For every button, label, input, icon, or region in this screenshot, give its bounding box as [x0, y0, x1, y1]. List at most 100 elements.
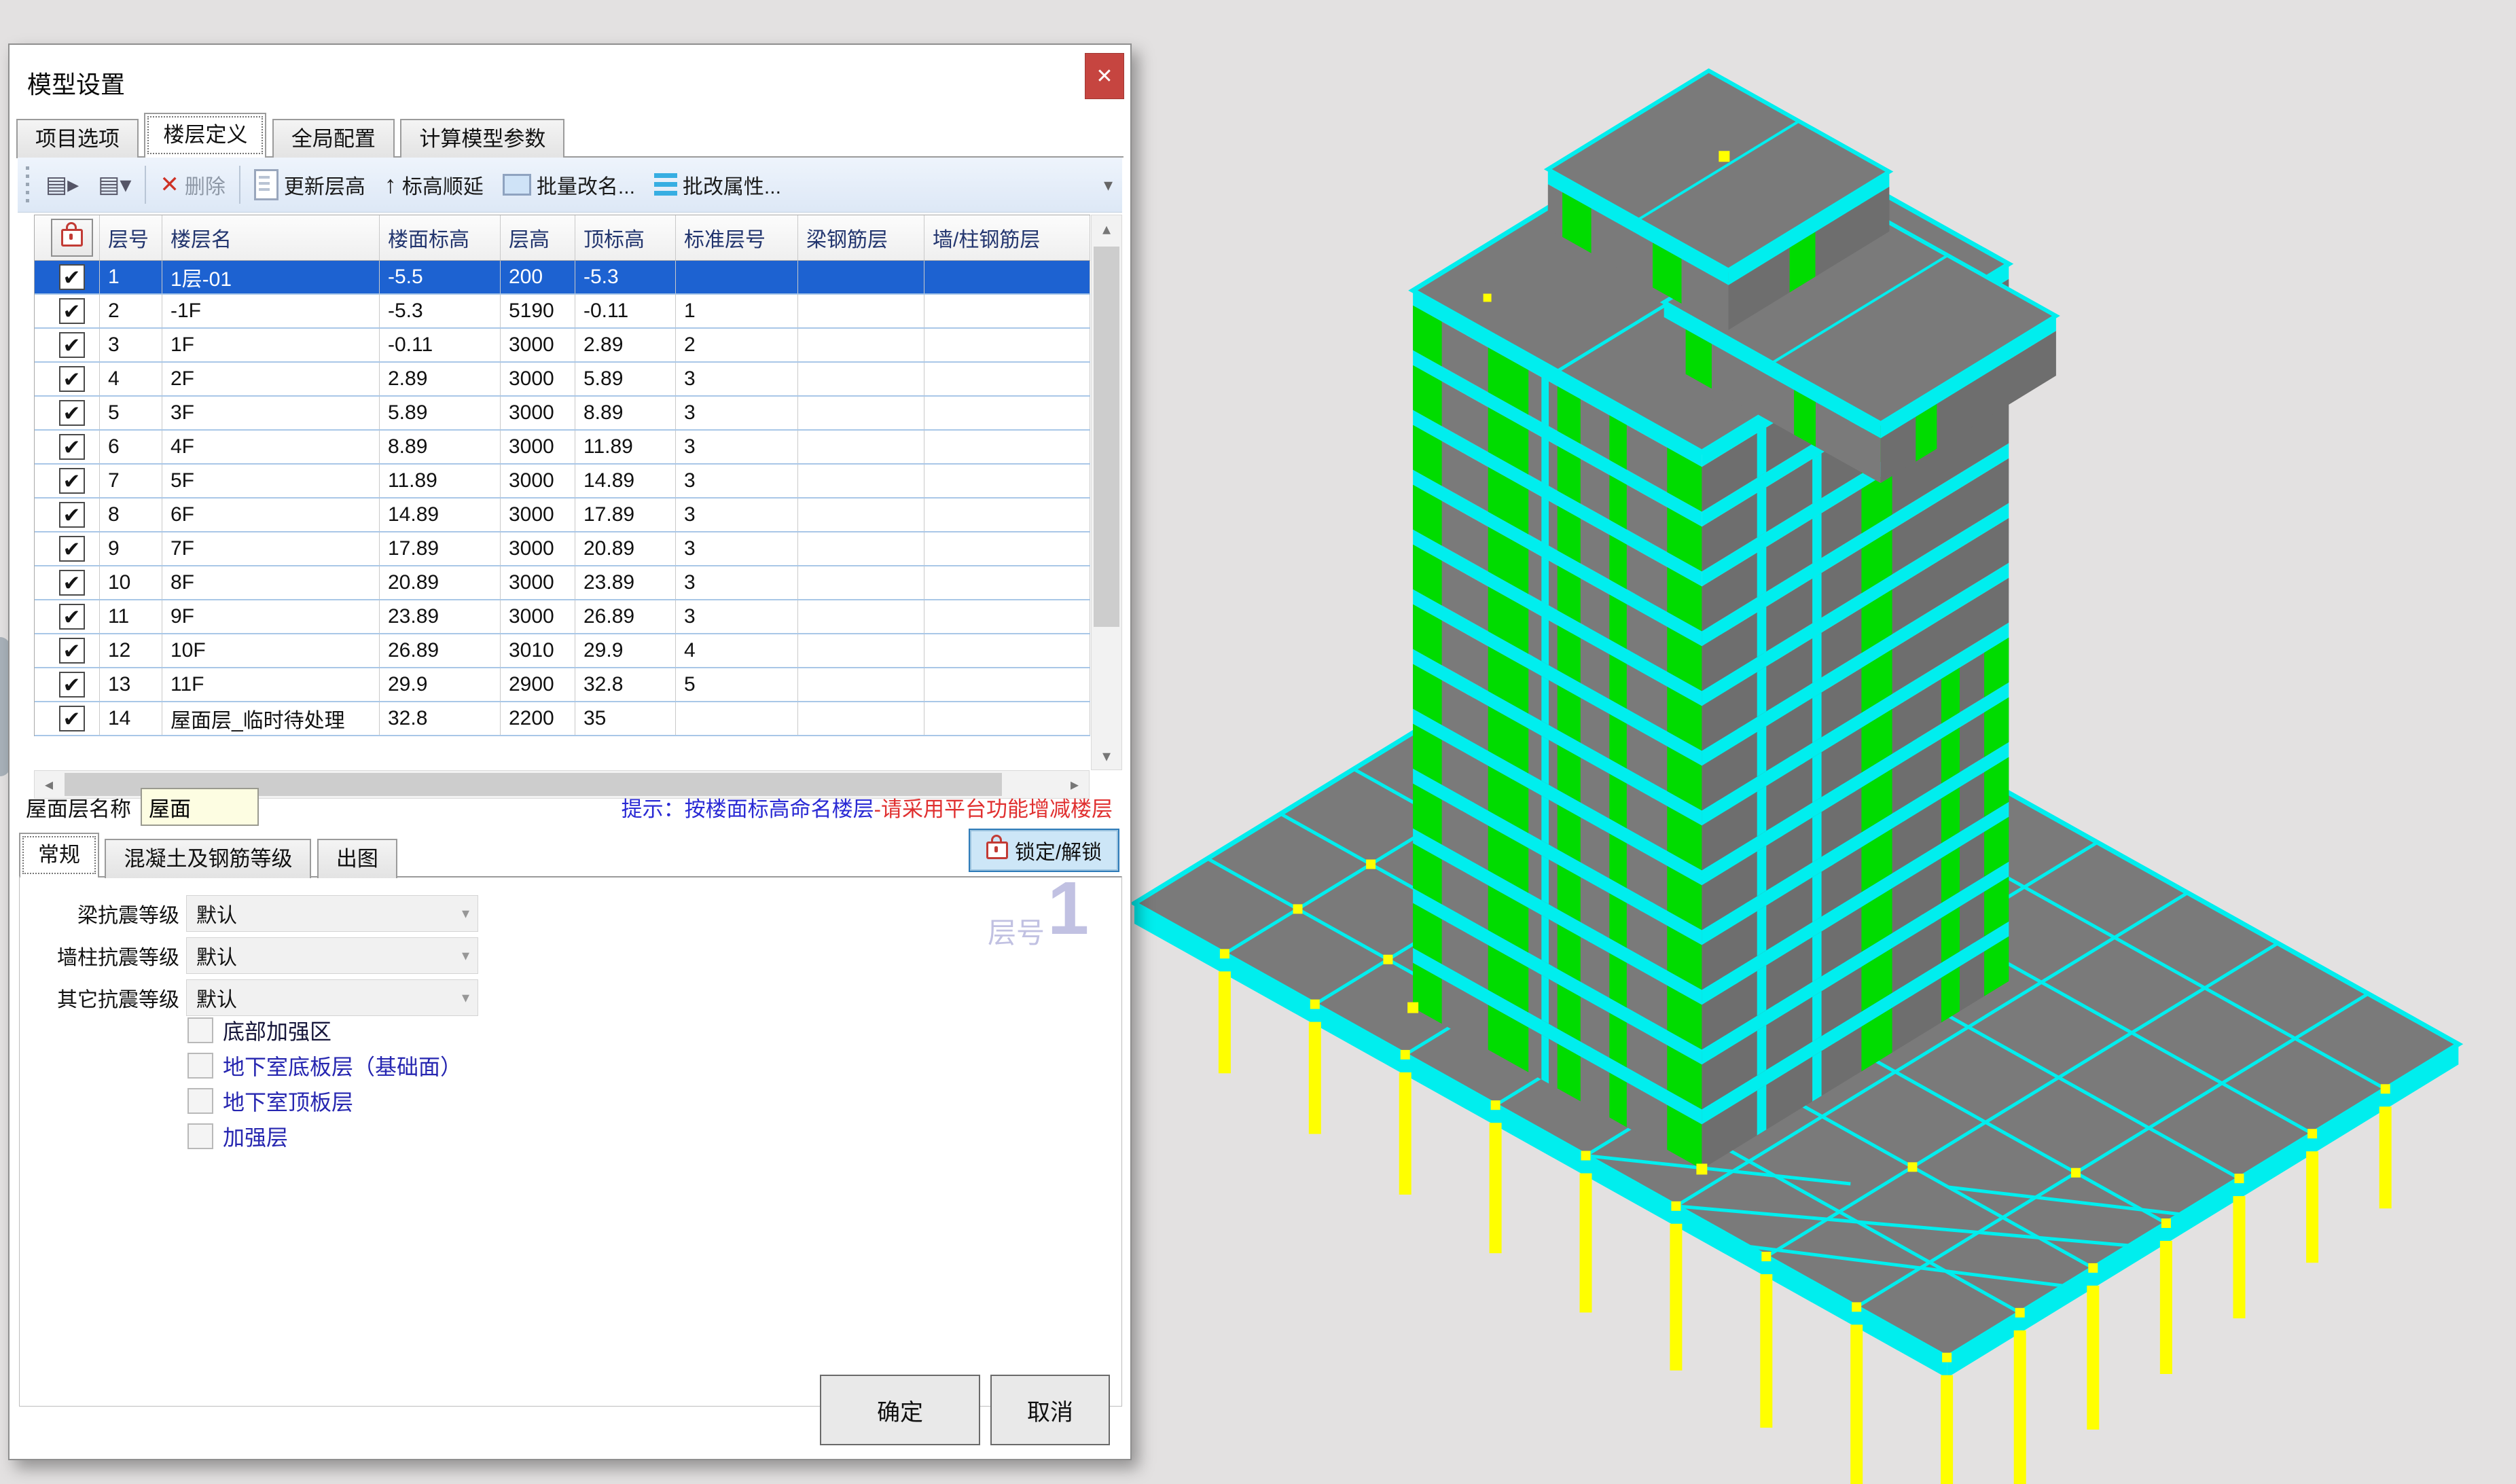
row-check-cell[interactable]: ✔: [35, 634, 100, 667]
cell-elev[interactable]: 2.89: [380, 363, 501, 395]
cell-height[interactable]: 3000: [501, 363, 575, 395]
toolbar-overflow-icon[interactable]: ▾: [1104, 175, 1113, 196]
cell-height[interactable]: 2200: [501, 702, 575, 735]
wallcol-seismic-select[interactable]: 默认 ▾: [186, 937, 478, 974]
cell-top[interactable]: -0.11: [575, 295, 676, 327]
cell-top[interactable]: 29.9: [575, 634, 676, 667]
cell-num[interactable]: 12: [100, 634, 162, 667]
table-row[interactable]: ✔14屋面层_临时待处理32.8220035: [35, 702, 1090, 736]
vertical-scrollbar[interactable]: ▴ ▾: [1091, 215, 1122, 770]
cell-std[interactable]: 3: [676, 566, 798, 599]
row-check-cell[interactable]: ✔: [35, 600, 100, 633]
table-row[interactable]: ✔108F20.89300023.893: [35, 566, 1090, 600]
roof-name-input[interactable]: [141, 788, 259, 826]
table-row[interactable]: ✔31F-0.1130002.892: [35, 329, 1090, 363]
cell-wall[interactable]: [924, 668, 1090, 701]
col-header-floor-elev[interactable]: 楼面标高: [380, 215, 501, 260]
cell-height[interactable]: 3000: [501, 566, 575, 599]
cell-beam[interactable]: [798, 261, 924, 293]
cell-wall[interactable]: [924, 600, 1090, 633]
cell-std[interactable]: 3: [676, 499, 798, 531]
cell-elev[interactable]: 14.89: [380, 499, 501, 531]
cell-wall[interactable]: [924, 566, 1090, 599]
beam-seismic-select[interactable]: 默认 ▾: [186, 895, 478, 932]
close-button[interactable]: ✕: [1085, 53, 1124, 99]
row-check-cell[interactable]: ✔: [35, 329, 100, 361]
cell-std[interactable]: 3: [676, 465, 798, 497]
cell-elev[interactable]: 23.89: [380, 600, 501, 633]
col-header-floor-name[interactable]: 楼层名: [162, 215, 380, 260]
cell-elev[interactable]: 5.89: [380, 397, 501, 429]
row-checkbox[interactable]: ✔: [59, 400, 85, 426]
cell-std[interactable]: 3: [676, 532, 798, 565]
row-check-cell[interactable]: ✔: [35, 295, 100, 327]
batch-properties-button[interactable]: 批改属性...: [645, 163, 791, 206]
ok-button[interactable]: 确定: [820, 1375, 980, 1445]
cell-std[interactable]: 2: [676, 329, 798, 361]
row-check-cell[interactable]: ✔: [35, 499, 100, 531]
cell-elev[interactable]: 17.89: [380, 532, 501, 565]
cell-beam[interactable]: [798, 397, 924, 429]
table-row[interactable]: ✔64F8.89300011.893: [35, 431, 1090, 465]
table-row[interactable]: ✔97F17.89300020.893: [35, 532, 1090, 566]
cell-height[interactable]: 3010: [501, 634, 575, 667]
col-header-floor-no[interactable]: 层号: [100, 215, 162, 260]
subtab-general[interactable]: 常规: [19, 833, 99, 877]
cell-wall[interactable]: [924, 261, 1090, 293]
col-header-wall-rebar[interactable]: 墙/柱钢筋层: [924, 215, 1090, 260]
strengthen-floor-checkbox[interactable]: [187, 1123, 213, 1149]
cell-wall[interactable]: [924, 634, 1090, 667]
row-check-cell[interactable]: ✔: [35, 465, 100, 497]
batch-rename-button[interactable]: 批量改名...: [493, 163, 645, 206]
row-check-cell[interactable]: ✔: [35, 532, 100, 565]
table-row[interactable]: ✔1311F29.9290032.85: [35, 668, 1090, 702]
cell-num[interactable]: 14: [100, 702, 162, 735]
cell-top[interactable]: 23.89: [575, 566, 676, 599]
other-seismic-select[interactable]: 默认 ▾: [186, 979, 478, 1016]
row-check-cell[interactable]: ✔: [35, 363, 100, 395]
cell-beam[interactable]: [798, 499, 924, 531]
cell-num[interactable]: 7: [100, 465, 162, 497]
cell-wall[interactable]: [924, 329, 1090, 361]
row-checkbox[interactable]: ✔: [59, 536, 85, 562]
cell-name[interactable]: 11F: [162, 668, 380, 701]
basement-bottom-slab-checkbox[interactable]: [187, 1053, 213, 1079]
cell-height[interactable]: 3000: [501, 431, 575, 463]
cell-beam[interactable]: [798, 668, 924, 701]
cell-elev[interactable]: -0.11: [380, 329, 501, 361]
table-row[interactable]: ✔119F23.89300026.893: [35, 600, 1090, 634]
cell-beam[interactable]: [798, 532, 924, 565]
insert-row-below-button[interactable]: ▤▾: [88, 163, 141, 206]
cell-name[interactable]: 屋面层_临时待处理: [162, 702, 380, 735]
cell-name[interactable]: 10F: [162, 634, 380, 667]
cell-beam[interactable]: [798, 431, 924, 463]
cell-std[interactable]: 1: [676, 295, 798, 327]
cell-elev[interactable]: 11.89: [380, 465, 501, 497]
cell-wall[interactable]: [924, 363, 1090, 395]
cell-top[interactable]: 17.89: [575, 499, 676, 531]
cell-beam[interactable]: [798, 566, 924, 599]
cell-name[interactable]: 1F: [162, 329, 380, 361]
cell-name[interactable]: 2F: [162, 363, 380, 395]
table-row[interactable]: ✔11层-01-5.5200-5.3: [35, 261, 1090, 295]
cell-beam[interactable]: [798, 465, 924, 497]
cell-std[interactable]: 3: [676, 397, 798, 429]
cell-name[interactable]: 8F: [162, 566, 380, 599]
row-checkbox[interactable]: ✔: [59, 434, 85, 460]
cell-beam[interactable]: [798, 702, 924, 735]
table-row[interactable]: ✔2-1F-5.35190-0.111: [35, 295, 1090, 329]
cell-num[interactable]: 8: [100, 499, 162, 531]
row-checkbox[interactable]: ✔: [59, 638, 85, 664]
subtab-drawing[interactable]: 出图: [317, 839, 397, 878]
cell-elev[interactable]: 20.89: [380, 566, 501, 599]
table-row[interactable]: ✔86F14.89300017.893: [35, 499, 1090, 532]
row-checkbox[interactable]: ✔: [59, 468, 85, 494]
table-row[interactable]: ✔1210F26.89301029.94: [35, 634, 1090, 668]
cell-elev[interactable]: -5.5: [380, 261, 501, 293]
cell-wall[interactable]: [924, 295, 1090, 327]
cell-height[interactable]: 3000: [501, 499, 575, 531]
subtab-concrete-rebar[interactable]: 混凝土及钢筋等级: [105, 839, 311, 878]
tab-global-config[interactable]: 全局配置: [272, 119, 395, 158]
update-height-button[interactable]: 更新层高: [245, 163, 375, 206]
cell-name[interactable]: 9F: [162, 600, 380, 633]
